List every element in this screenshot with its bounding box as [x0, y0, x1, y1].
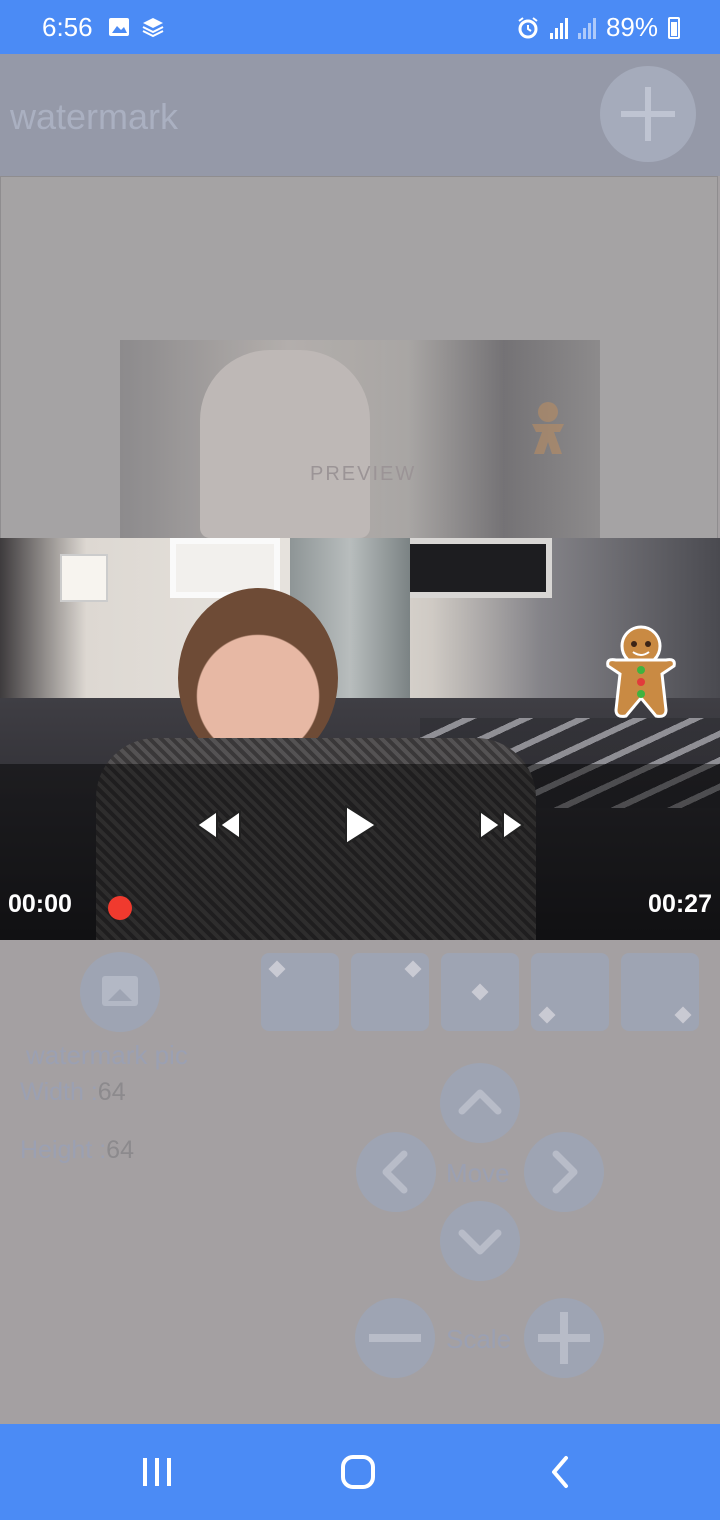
position-top-left-button[interactable] [261, 953, 339, 1031]
play-icon [345, 805, 377, 845]
width-label: Width : [20, 1078, 98, 1106]
home-icon [341, 1455, 375, 1489]
status-bar: 6:56 89% [0, 0, 720, 54]
position-marker-icon [471, 983, 489, 1001]
signal-icon [549, 17, 568, 39]
position-bottom-left-button[interactable] [531, 953, 609, 1031]
plus-icon [538, 1312, 590, 1364]
back-button[interactable] [520, 1442, 600, 1502]
current-time: 00:00 [8, 890, 72, 918]
position-marker-icon [404, 960, 422, 978]
move-right-button[interactable] [524, 1132, 604, 1212]
status-system-icons: 89% [516, 12, 680, 43]
height-value: 64 [106, 1136, 134, 1164]
move-up-button[interactable] [440, 1063, 520, 1143]
fast-forward-button[interactable] [472, 800, 532, 850]
signal-2-icon [577, 17, 596, 39]
width-row: Width :64 [20, 1078, 126, 1107]
preview-watermark-icon [532, 402, 564, 454]
move-left-button[interactable] [356, 1132, 436, 1212]
chevron-right-icon [552, 1150, 578, 1194]
position-marker-icon [674, 1006, 692, 1024]
back-icon [552, 1456, 568, 1488]
add-video-button[interactable] [600, 66, 696, 162]
video-controls-overlay [0, 764, 720, 940]
recent-apps-icon [143, 1458, 171, 1486]
position-bottom-right-button[interactable] [621, 953, 699, 1031]
chevron-down-icon [458, 1229, 502, 1255]
position-marker-icon [268, 960, 286, 978]
status-time: 6:56 [42, 12, 93, 42]
gingerbread-watermark-icon [606, 625, 676, 718]
rewind-icon [196, 810, 241, 840]
app-title: watermark [10, 96, 179, 137]
scale-label: Scale [446, 1324, 512, 1354]
video-player[interactable]: 00:00 00:27 [0, 538, 720, 940]
battery-percent: 89% [605, 12, 658, 42]
total-time: 00:27 [648, 890, 712, 918]
app-bar: watermark [0, 54, 720, 176]
move-label: Move [446, 1158, 510, 1188]
height-label: Height : [20, 1136, 107, 1164]
layers-icon [142, 18, 164, 38]
watermark-pic-button[interactable] [80, 952, 160, 1032]
move-down-button[interactable] [440, 1201, 520, 1281]
gallery-icon [109, 18, 129, 36]
fast-forward-icon [479, 810, 524, 840]
play-button[interactable] [330, 800, 390, 850]
status-notification-icons [108, 16, 164, 38]
scale-up-button[interactable] [524, 1298, 604, 1378]
home-button[interactable] [318, 1442, 398, 1502]
alarm-icon [518, 16, 538, 38]
chevron-up-icon [458, 1089, 502, 1115]
preview-label: PREVIEW [310, 463, 417, 485]
seek-thumb[interactable] [108, 896, 132, 920]
width-value: 64 [97, 1078, 126, 1106]
position-center-button[interactable] [441, 953, 519, 1031]
height-row: Height :64 [20, 1136, 134, 1165]
navigation-bar [0, 1424, 720, 1520]
recent-apps-button[interactable] [117, 1442, 197, 1502]
position-top-right-button[interactable] [351, 953, 429, 1031]
image-icon [102, 976, 138, 1006]
position-marker-icon [538, 1006, 556, 1024]
rewind-button[interactable] [188, 800, 248, 850]
chevron-left-icon [382, 1150, 408, 1194]
minus-icon [369, 1334, 421, 1342]
battery-charging-icon [668, 16, 680, 39]
watermark-pic-label: watermark pic [26, 1040, 188, 1070]
scale-down-button[interactable] [355, 1298, 435, 1378]
